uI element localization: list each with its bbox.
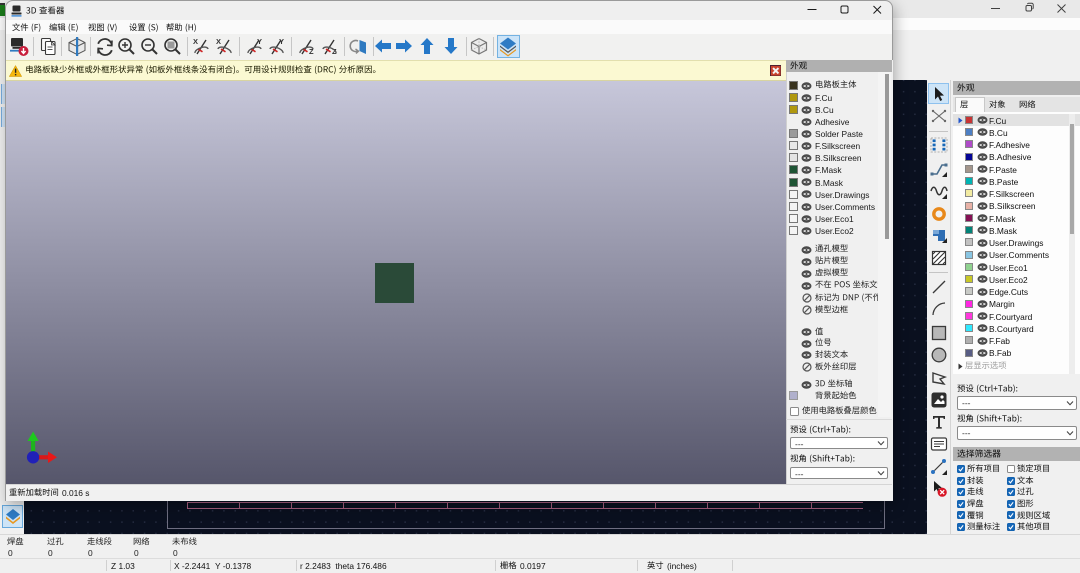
svg-text:X: X (216, 37, 221, 46)
svg-text:X: X (193, 37, 198, 46)
